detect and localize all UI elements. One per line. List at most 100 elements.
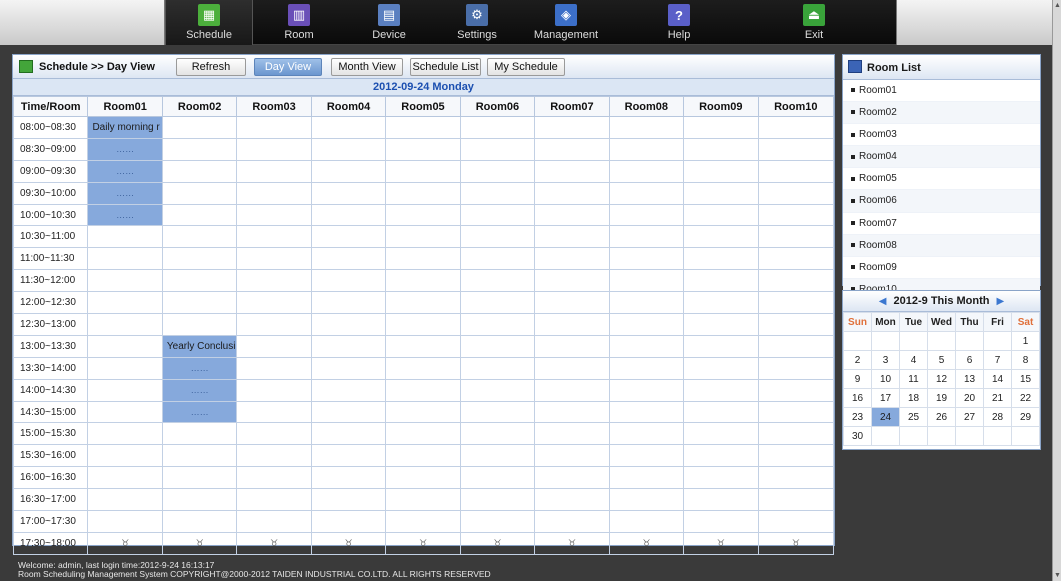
empty-slot-cell[interactable] xyxy=(236,116,312,139)
empty-slot-cell[interactable] xyxy=(757,269,835,293)
empty-slot-cell[interactable] xyxy=(385,181,461,205)
empty-slot-cell[interactable] xyxy=(87,247,163,271)
room-list-item[interactable]: Room02 xyxy=(843,102,1040,125)
empty-slot-cell[interactable] xyxy=(385,159,461,183)
calendar-day[interactable]: 24 xyxy=(871,407,900,427)
empty-slot-cell[interactable] xyxy=(608,466,685,490)
empty-slot-cell[interactable] xyxy=(683,334,759,358)
calendar-day[interactable]: 20 xyxy=(955,388,984,408)
empty-slot-cell[interactable] xyxy=(385,444,461,468)
month-view-button[interactable]: Month View xyxy=(331,58,403,76)
empty-slot-cell[interactable] xyxy=(757,488,835,512)
empty-slot-cell[interactable] xyxy=(161,313,238,336)
slot-marker-icon[interactable]: ♉ xyxy=(683,531,759,555)
empty-slot-cell[interactable] xyxy=(310,466,387,490)
empty-slot-cell[interactable] xyxy=(385,247,461,271)
empty-slot-cell[interactable] xyxy=(385,466,461,490)
empty-slot-cell[interactable] xyxy=(757,203,835,227)
empty-slot-cell[interactable] xyxy=(757,422,835,446)
slot-marker-icon[interactable]: ♉ xyxy=(236,531,312,555)
empty-slot-cell[interactable] xyxy=(534,488,610,512)
empty-slot-cell[interactable] xyxy=(683,247,759,271)
empty-slot-cell[interactable] xyxy=(459,466,536,490)
empty-slot-cell[interactable] xyxy=(608,116,685,139)
empty-slot-cell[interactable] xyxy=(87,225,163,249)
empty-slot-cell[interactable] xyxy=(608,313,685,336)
empty-slot-cell[interactable] xyxy=(161,181,238,205)
nav-item-help[interactable]: ? Help xyxy=(635,0,723,45)
empty-slot-cell[interactable] xyxy=(236,181,312,205)
empty-slot-cell[interactable] xyxy=(608,444,685,468)
empty-slot-cell[interactable] xyxy=(757,225,835,249)
empty-slot-cell[interactable] xyxy=(757,466,835,490)
empty-slot-cell[interactable] xyxy=(608,422,685,446)
empty-slot-cell[interactable] xyxy=(161,269,238,293)
empty-slot-cell[interactable] xyxy=(87,378,163,402)
calendar-day[interactable]: 18 xyxy=(899,388,928,408)
empty-slot-cell[interactable] xyxy=(161,137,238,161)
calendar-day[interactable]: 17 xyxy=(871,388,900,408)
empty-slot-cell[interactable] xyxy=(385,334,461,358)
empty-slot-cell[interactable] xyxy=(236,488,312,512)
empty-slot-cell[interactable] xyxy=(236,137,312,161)
calendar-day[interactable]: 6 xyxy=(955,350,984,370)
empty-slot-cell[interactable] xyxy=(310,225,387,249)
nav-item-exit[interactable]: ⏏ Exit xyxy=(770,0,858,45)
empty-slot-cell[interactable] xyxy=(236,291,312,315)
empty-slot-cell[interactable] xyxy=(757,334,835,358)
empty-slot-cell[interactable] xyxy=(87,400,163,424)
empty-slot-cell[interactable] xyxy=(534,247,610,271)
empty-slot-cell[interactable] xyxy=(385,488,461,512)
empty-slot-cell[interactable] xyxy=(683,466,759,490)
empty-slot-cell[interactable] xyxy=(608,291,685,315)
booking-cell[interactable]: …… xyxy=(161,356,238,380)
empty-slot-cell[interactable] xyxy=(161,225,238,249)
prev-month-icon[interactable]: ◀ xyxy=(875,296,891,307)
empty-slot-cell[interactable] xyxy=(608,510,685,533)
empty-slot-cell[interactable] xyxy=(310,334,387,358)
calendar-day[interactable]: 19 xyxy=(927,388,956,408)
empty-slot-cell[interactable] xyxy=(534,378,610,402)
empty-slot-cell[interactable] xyxy=(757,116,835,139)
empty-slot-cell[interactable] xyxy=(236,159,312,183)
calendar-day[interactable]: 15 xyxy=(1011,369,1040,389)
empty-slot-cell[interactable] xyxy=(236,510,312,533)
empty-slot-cell[interactable] xyxy=(310,313,387,336)
empty-slot-cell[interactable] xyxy=(459,422,536,446)
empty-slot-cell[interactable] xyxy=(385,356,461,380)
slot-marker-icon[interactable]: ♉ xyxy=(608,531,685,555)
empty-slot-cell[interactable] xyxy=(236,225,312,249)
booking-cell[interactable]: …… xyxy=(161,378,238,402)
empty-slot-cell[interactable] xyxy=(385,116,461,139)
empty-slot-cell[interactable] xyxy=(87,510,163,533)
day-view-button[interactable]: Day View xyxy=(254,58,322,76)
empty-slot-cell[interactable] xyxy=(385,203,461,227)
empty-slot-cell[interactable] xyxy=(385,378,461,402)
my-schedule-button[interactable]: My Schedule xyxy=(487,58,565,76)
room-list-item[interactable]: Room06 xyxy=(843,190,1040,213)
empty-slot-cell[interactable] xyxy=(683,422,759,446)
calendar-day[interactable]: 21 xyxy=(983,388,1012,408)
calendar-day[interactable]: 11 xyxy=(899,369,928,389)
empty-slot-cell[interactable] xyxy=(236,269,312,293)
empty-slot-cell[interactable] xyxy=(757,181,835,205)
empty-slot-cell[interactable] xyxy=(161,116,238,139)
booking-cell[interactable]: Yearly Conclusi xyxy=(161,334,238,358)
empty-slot-cell[interactable] xyxy=(534,400,610,424)
empty-slot-cell[interactable] xyxy=(161,488,238,512)
empty-slot-cell[interactable] xyxy=(608,181,685,205)
empty-slot-cell[interactable] xyxy=(236,203,312,227)
calendar-day[interactable]: 13 xyxy=(955,369,984,389)
empty-slot-cell[interactable] xyxy=(310,400,387,424)
empty-slot-cell[interactable] xyxy=(608,225,685,249)
empty-slot-cell[interactable] xyxy=(310,181,387,205)
empty-slot-cell[interactable] xyxy=(459,313,536,336)
booking-cell[interactable]: …… xyxy=(161,400,238,424)
calendar-day[interactable]: 26 xyxy=(927,407,956,427)
empty-slot-cell[interactable] xyxy=(385,269,461,293)
empty-slot-cell[interactable] xyxy=(310,356,387,380)
empty-slot-cell[interactable] xyxy=(459,356,536,380)
empty-slot-cell[interactable] xyxy=(608,356,685,380)
empty-slot-cell[interactable] xyxy=(87,356,163,380)
nav-item-management[interactable]: ◈ Management xyxy=(522,0,610,45)
